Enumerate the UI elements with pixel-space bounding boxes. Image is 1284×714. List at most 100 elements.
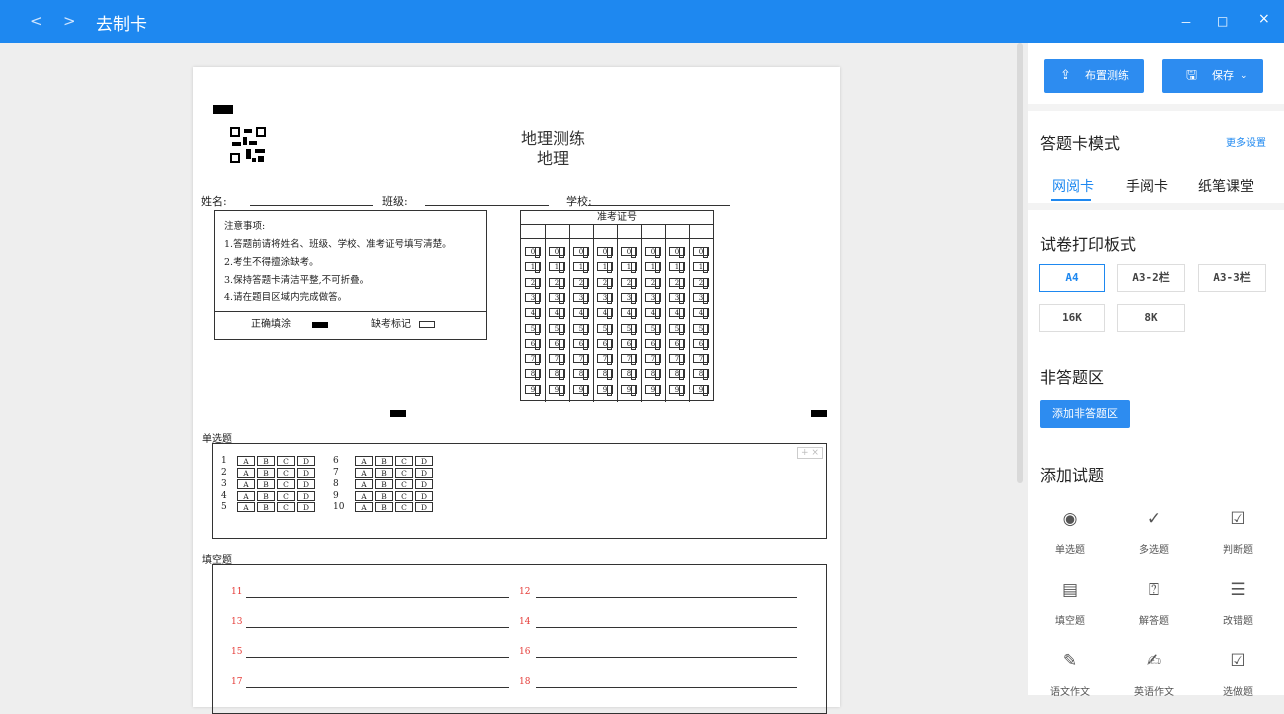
- mc-option-bubble[interactable]: C: [395, 479, 413, 489]
- digit-bubble[interactable]: 3: [693, 292, 709, 304]
- close-button[interactable]: ×: [1258, 11, 1270, 27]
- digit-bubble[interactable]: 7: [645, 354, 661, 366]
- mc-option-bubble[interactable]: D: [415, 490, 433, 501]
- blank-line[interactable]: [536, 627, 797, 628]
- digit-bubble[interactable]: 6: [669, 338, 685, 350]
- digit-bubble[interactable]: 2: [573, 277, 589, 289]
- digit-bubble[interactable]: 1: [621, 262, 637, 274]
- question-type-6[interactable]: ☰ 改错题: [1198, 580, 1278, 627]
- digit-bubble[interactable]: 1: [573, 262, 589, 274]
- digit-bubble[interactable]: 2: [549, 277, 565, 289]
- more-settings-link[interactable]: 更多设置: [1226, 134, 1266, 149]
- digit-bubble[interactable]: 9: [669, 384, 685, 396]
- digit-bubble[interactable]: 1: [693, 262, 709, 274]
- mc-option-bubble[interactable]: C: [395, 502, 413, 512]
- question-type-2[interactable]: ✓ 多选题: [1114, 509, 1194, 556]
- digit-bubble[interactable]: 9: [621, 384, 637, 396]
- mc-option-bubble[interactable]: B: [257, 456, 275, 466]
- mc-option-bubble[interactable]: B: [257, 467, 275, 478]
- digit-bubble[interactable]: 1: [525, 262, 541, 274]
- question-type-3[interactable]: ☑ 判断题: [1198, 509, 1278, 556]
- mc-option-bubble[interactable]: A: [237, 467, 255, 478]
- digit-bubble[interactable]: 8: [549, 369, 565, 381]
- mc-option-bubble[interactable]: C: [277, 467, 295, 478]
- question-type-7[interactable]: ✎ 语文作文: [1030, 651, 1110, 698]
- mc-option-bubble[interactable]: A: [355, 467, 373, 478]
- mc-option-bubble[interactable]: B: [375, 502, 393, 512]
- digit-bubble[interactable]: 5: [669, 323, 685, 335]
- digit-bubble[interactable]: 3: [645, 292, 661, 304]
- digit-bubble[interactable]: 7: [597, 354, 613, 366]
- digit-bubble[interactable]: 4: [645, 308, 661, 320]
- mc-option-bubble[interactable]: D: [297, 479, 315, 489]
- digit-bubble[interactable]: 4: [597, 308, 613, 320]
- mc-option-bubble[interactable]: D: [415, 467, 433, 478]
- digit-bubble[interactable]: 5: [645, 323, 661, 335]
- mc-option-bubble[interactable]: A: [237, 502, 255, 512]
- digit-bubble[interactable]: 8: [525, 369, 541, 381]
- digit-bubble[interactable]: 9: [525, 384, 541, 396]
- tab-hand-marking[interactable]: 手阅卡: [1126, 176, 1168, 196]
- mc-option-bubble[interactable]: B: [375, 490, 393, 501]
- digit-bubble[interactable]: 3: [525, 292, 541, 304]
- digit-bubble[interactable]: 1: [549, 262, 565, 274]
- digit-bubble[interactable]: 3: [621, 292, 637, 304]
- digit-bubble[interactable]: 5: [597, 323, 613, 335]
- digit-bubble[interactable]: 3: [669, 292, 685, 304]
- digit-bubble[interactable]: 2: [525, 277, 541, 289]
- digit-bubble[interactable]: 2: [597, 277, 613, 289]
- mc-option-bubble[interactable]: A: [237, 490, 255, 501]
- blank-line[interactable]: [246, 597, 509, 598]
- digit-bubble[interactable]: 9: [573, 384, 589, 396]
- digit-bubble[interactable]: 3: [597, 292, 613, 304]
- digit-bubble[interactable]: 3: [573, 292, 589, 304]
- digit-bubble[interactable]: 0: [525, 247, 541, 258]
- mc-option-bubble[interactable]: B: [375, 456, 393, 466]
- digit-bubble[interactable]: 9: [549, 384, 565, 396]
- print-option-8k[interactable]: 8K: [1117, 304, 1185, 332]
- question-type-9[interactable]: ☑ 选做题: [1198, 651, 1278, 698]
- digit-bubble[interactable]: 9: [597, 384, 613, 396]
- question-type-5[interactable]: ⍰ 解答题: [1114, 580, 1194, 627]
- digit-bubble[interactable]: 5: [573, 323, 589, 335]
- digit-bubble[interactable]: 5: [525, 323, 541, 335]
- digit-bubble[interactable]: 9: [645, 384, 661, 396]
- mc-option-bubble[interactable]: C: [395, 490, 413, 501]
- mc-option-bubble[interactable]: A: [355, 456, 373, 466]
- mc-option-bubble[interactable]: D: [415, 456, 433, 466]
- mc-option-bubble[interactable]: D: [297, 456, 315, 466]
- digit-bubble[interactable]: 6: [573, 338, 589, 350]
- digit-bubble[interactable]: 4: [525, 308, 541, 320]
- blank-line[interactable]: [246, 687, 509, 688]
- question-type-1[interactable]: ◉ 单选题: [1030, 509, 1110, 556]
- mc-option-bubble[interactable]: B: [375, 479, 393, 489]
- digit-bubble[interactable]: 6: [693, 338, 709, 350]
- mc-option-bubble[interactable]: C: [277, 502, 295, 512]
- mc-option-bubble[interactable]: D: [297, 467, 315, 478]
- digit-bubble[interactable]: 5: [621, 323, 637, 335]
- forward-button[interactable]: >: [63, 12, 76, 30]
- digit-bubble[interactable]: 8: [693, 369, 709, 381]
- blank-line[interactable]: [536, 687, 797, 688]
- digit-bubble[interactable]: 2: [693, 277, 709, 289]
- digit-bubble[interactable]: 4: [549, 308, 565, 320]
- digit-bubble[interactable]: 0: [693, 247, 709, 258]
- mc-option-bubble[interactable]: D: [297, 490, 315, 501]
- digit-bubble[interactable]: 0: [597, 247, 613, 258]
- tab-web-marking[interactable]: 网阅卡: [1052, 176, 1094, 196]
- digit-bubble[interactable]: 2: [621, 277, 637, 289]
- digit-bubble[interactable]: 5: [549, 323, 565, 335]
- digit-bubble[interactable]: 6: [597, 338, 613, 350]
- print-option-a3-2[interactable]: A3-2栏: [1117, 264, 1185, 292]
- question-type-8[interactable]: ✍ 英语作文: [1114, 651, 1194, 698]
- print-option-a3-3[interactable]: A3-3栏: [1198, 264, 1266, 292]
- digit-bubble[interactable]: 4: [669, 308, 685, 320]
- scrollbar[interactable]: [1017, 43, 1023, 483]
- mc-option-bubble[interactable]: B: [375, 467, 393, 478]
- print-option-a4[interactable]: A4: [1039, 264, 1105, 292]
- digit-bubble[interactable]: 1: [645, 262, 661, 274]
- digit-bubble[interactable]: 4: [693, 308, 709, 320]
- digit-bubble[interactable]: 4: [621, 308, 637, 320]
- digit-bubble[interactable]: 8: [597, 369, 613, 381]
- mc-option-bubble[interactable]: A: [355, 479, 373, 489]
